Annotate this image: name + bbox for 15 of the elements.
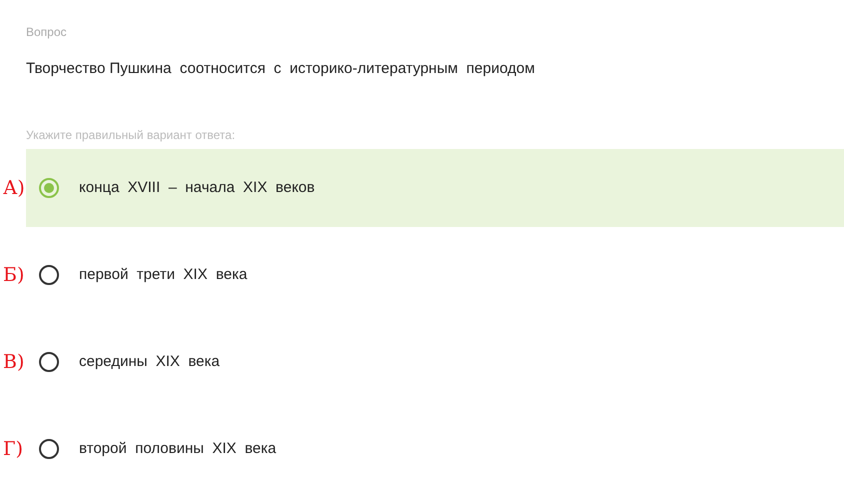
radio-button[interactable] — [39, 439, 59, 459]
handwritten-mark: В) — [2, 350, 26, 374]
handwritten-mark: Г) — [2, 436, 24, 462]
section-label: Вопрос — [26, 25, 67, 39]
handwritten-mark: А) — [2, 176, 26, 200]
answer-option[interactable]: первой трети XIX века — [26, 236, 844, 314]
answer-option[interactable]: конца XVIII – начала XIX веков — [26, 149, 844, 227]
question-text: Творчество Пушкина соотносится с историко-литературным периодом — [26, 60, 535, 77]
answer-option[interactable]: второй половины XIX века — [26, 410, 844, 488]
answer-option[interactable]: середины XIX века — [26, 323, 844, 401]
instruction-text: Укажите правильный вариант ответа: — [26, 128, 236, 142]
radio-button[interactable] — [39, 352, 59, 372]
radio-button[interactable] — [39, 265, 59, 285]
handwritten-mark: Б) — [2, 262, 26, 288]
radio-button[interactable] — [39, 178, 59, 198]
